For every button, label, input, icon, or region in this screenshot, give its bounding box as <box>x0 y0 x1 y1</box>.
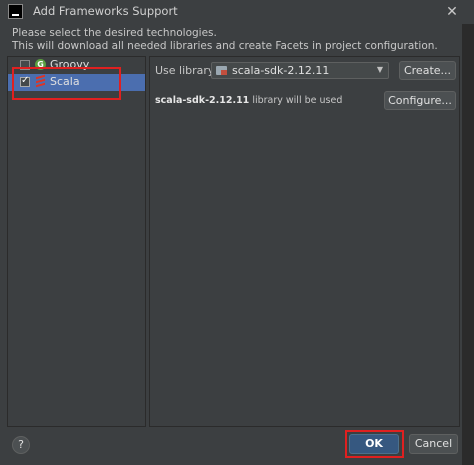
library-note-name: scala-sdk-2.12.11 <box>155 95 250 106</box>
description-line-2: This will download all needed libraries … <box>12 40 438 52</box>
create-button[interactable]: Create... <box>399 61 456 80</box>
highlight-box-scala <box>12 67 121 100</box>
library-note-suffix: library will be used <box>249 95 343 106</box>
frameworks-tree: G Groovy Scala <box>7 56 146 427</box>
configure-button[interactable]: Configure... <box>384 91 456 110</box>
help-button[interactable]: ? <box>12 436 30 454</box>
window-edge <box>462 24 474 465</box>
close-icon[interactable]: ✕ <box>430 0 474 24</box>
framework-settings-panel <box>149 56 460 427</box>
use-library-label: Use library: <box>155 64 218 77</box>
window-title: Add Frameworks Support <box>33 4 178 18</box>
library-folder-icon <box>216 66 227 75</box>
description-line-1: Please select the desired technologies. <box>12 27 217 39</box>
cancel-button[interactable]: Cancel <box>409 434 458 454</box>
library-select[interactable]: scala-sdk-2.12.11 ▼ <box>211 62 389 79</box>
library-select-value: scala-sdk-2.12.11 <box>232 64 330 77</box>
highlight-box-ok <box>345 430 404 458</box>
library-note: scala-sdk-2.12.11 library will be used <box>155 95 342 106</box>
intellij-app-icon <box>8 4 23 19</box>
chevron-down-icon: ▼ <box>376 65 383 74</box>
